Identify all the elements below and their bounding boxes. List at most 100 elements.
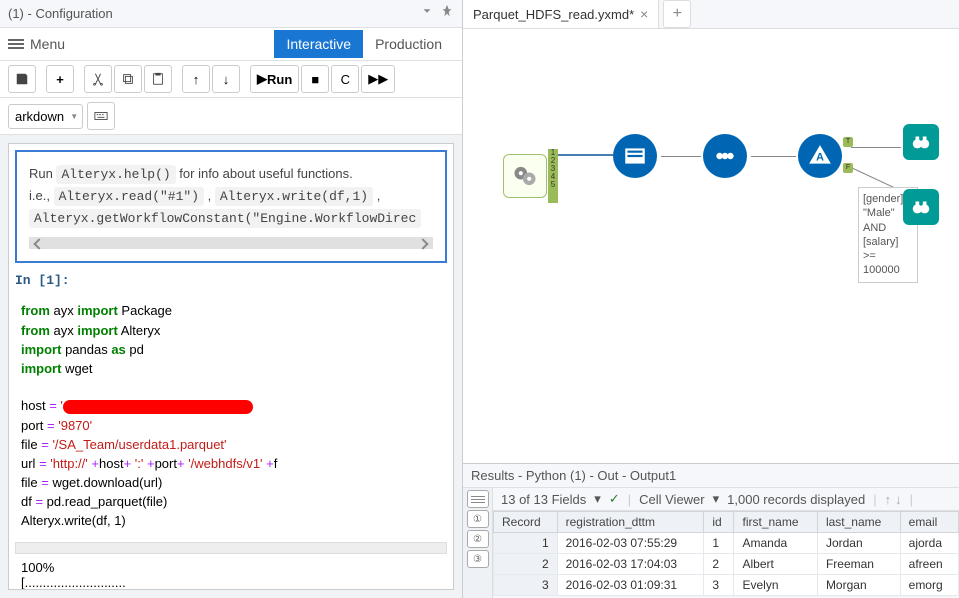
add-tab-button[interactable]: + <box>663 0 691 28</box>
tab-interactive[interactable]: Interactive <box>274 30 363 58</box>
celltype-toolbar: arkdown <box>0 98 462 135</box>
cell-viewer-label[interactable]: Cell Viewer <box>639 492 705 507</box>
output-line: 100% <box>21 560 441 575</box>
help-cell[interactable]: Run Alteryx.help() for info about useful… <box>15 150 447 263</box>
table-cell[interactable]: Evelyn <box>734 575 817 596</box>
copy-button[interactable] <box>114 65 142 93</box>
table-cell[interactable]: 2016-02-03 17:04:03 <box>557 554 704 575</box>
save-button[interactable] <box>8 65 36 93</box>
output-cell: 100% [............................ <box>15 554 447 590</box>
table-cell[interactable]: ajorda <box>900 533 958 554</box>
browse-tool[interactable] <box>613 134 657 178</box>
column-header[interactable]: first_name <box>734 512 817 533</box>
help-code: Alteryx.help() <box>56 165 175 184</box>
tab-production[interactable]: Production <box>363 30 454 58</box>
column-header[interactable]: registration_dttm <box>557 512 704 533</box>
connection[interactable] <box>558 154 613 156</box>
table-cell[interactable]: afreen <box>900 554 958 575</box>
move-down-button[interactable]: ↓ <box>212 65 240 93</box>
results-toolbar: 13 of 13 Fields▾ ✓ | Cell Viewer▾ 1,000 … <box>493 488 959 511</box>
column-header[interactable]: email <box>900 512 958 533</box>
column-header[interactable]: Record <box>494 512 558 533</box>
column-header[interactable]: id <box>704 512 734 533</box>
table-row[interactable]: 32016-02-03 01:09:313EvelynMorganemorg <box>494 575 959 596</box>
cut-button[interactable] <box>84 65 112 93</box>
table-cell[interactable]: 3 <box>494 575 558 596</box>
results-anchor-3[interactable]: ③ <box>467 550 489 568</box>
collapse-icon[interactable] <box>420 4 434 23</box>
cell-prompt: In [1]: <box>15 273 447 288</box>
table-cell[interactable]: Jordan <box>817 533 900 554</box>
add-cell-button[interactable]: + <box>46 65 74 93</box>
select-tool[interactable] <box>703 134 747 178</box>
help-text: for info about useful functions. <box>176 166 353 181</box>
paste-button[interactable] <box>144 65 172 93</box>
connection[interactable] <box>751 156 796 157</box>
browse-output-true[interactable] <box>903 124 939 160</box>
notebook-toolbar: + ↑ ↓ ▶ Run ■ C ▶▶ <box>0 61 462 98</box>
table-cell[interactable]: 1 <box>704 533 734 554</box>
configuration-panel: (1) - Configuration Menu Interactive Pro… <box>0 0 463 598</box>
restart-button[interactable]: C <box>331 65 359 93</box>
filter-false-anchor[interactable]: F <box>843 163 853 173</box>
panel-header: (1) - Configuration <box>0 0 462 28</box>
table-cell[interactable]: Albert <box>734 554 817 575</box>
table-cell[interactable]: Amanda <box>734 533 817 554</box>
python-tool[interactable] <box>503 154 547 198</box>
next-icon[interactable]: ↓ <box>895 492 902 507</box>
help-text: , <box>373 188 380 203</box>
keyboard-button[interactable] <box>87 102 115 130</box>
table-cell[interactable]: Freeman <box>817 554 900 575</box>
row-selector: ① ② ③ <box>463 488 493 598</box>
table-cell[interactable]: 1 <box>494 533 558 554</box>
close-tab-icon[interactable]: × <box>640 6 648 22</box>
svg-text:A: A <box>816 151 824 163</box>
results-view-list[interactable] <box>467 490 489 508</box>
table-cell[interactable]: emorg <box>900 575 958 596</box>
connection[interactable] <box>851 167 897 189</box>
connection[interactable] <box>661 156 701 157</box>
help-scrollbar[interactable] <box>29 237 433 249</box>
table-row[interactable]: 12016-02-03 07:55:291AmandaJordanajorda <box>494 533 959 554</box>
results-anchor-1[interactable]: ① <box>467 510 489 528</box>
browse-output-false[interactable] <box>903 189 939 225</box>
help-code: Alteryx.getWorkflowConstant("Engine.Work… <box>29 209 421 228</box>
check-icon: ✓ <box>609 491 620 507</box>
results-title: Results - Python (1) - Out - Output1 <box>463 464 959 488</box>
fast-forward-button[interactable]: ▶▶ <box>361 65 395 93</box>
connection[interactable] <box>851 147 901 148</box>
fields-count[interactable]: 13 of 13 Fields <box>501 492 586 507</box>
run-label: Run <box>267 72 292 87</box>
column-header[interactable]: last_name <box>817 512 900 533</box>
filter-tool[interactable]: A <box>798 134 842 178</box>
hamburger-icon[interactable] <box>8 39 24 49</box>
help-text: Run <box>29 166 56 181</box>
filter-true-anchor[interactable]: T <box>843 137 853 147</box>
stop-button[interactable]: ■ <box>301 65 329 93</box>
help-code: Alteryx.write(df,1) <box>215 187 373 206</box>
help-text: , <box>204 188 215 203</box>
celltype-dropdown[interactable]: arkdown <box>8 104 83 129</box>
table-cell[interactable]: 2 <box>704 554 734 575</box>
file-tab[interactable]: Parquet_HDFS_read.yxmd* × <box>463 0 659 28</box>
run-button[interactable]: ▶ Run <box>250 65 299 93</box>
prev-icon[interactable]: ↑ <box>885 492 892 507</box>
table-row[interactable]: 22016-02-03 17:04:032AlbertFreemanafreen <box>494 554 959 575</box>
menu-label[interactable]: Menu <box>30 36 65 52</box>
code-cell[interactable]: from ayx import Package from ayx import … <box>15 296 447 537</box>
results-anchor-2[interactable]: ② <box>467 530 489 548</box>
results-table[interactable]: Recordregistration_dttmidfirst_namelast_… <box>493 511 959 598</box>
output-line: [............................ <box>21 575 441 590</box>
workflow-canvas[interactable]: 12345 A T F [gender] = "Male" AND [salar… <box>463 29 959 463</box>
table-cell[interactable]: Morgan <box>817 575 900 596</box>
help-code: Alteryx.read("#1") <box>54 187 204 206</box>
table-cell[interactable]: 2016-02-03 07:55:29 <box>557 533 704 554</box>
table-cell[interactable]: 3 <box>704 575 734 596</box>
pin-icon[interactable] <box>440 4 454 23</box>
code-scrollbar[interactable] <box>15 542 447 554</box>
python-output-anchor[interactable]: 12345 <box>548 149 558 203</box>
table-cell[interactable]: 2 <box>494 554 558 575</box>
table-cell[interactable]: 2016-02-03 01:09:31 <box>557 575 704 596</box>
panel-title: (1) - Configuration <box>8 6 113 21</box>
move-up-button[interactable]: ↑ <box>182 65 210 93</box>
